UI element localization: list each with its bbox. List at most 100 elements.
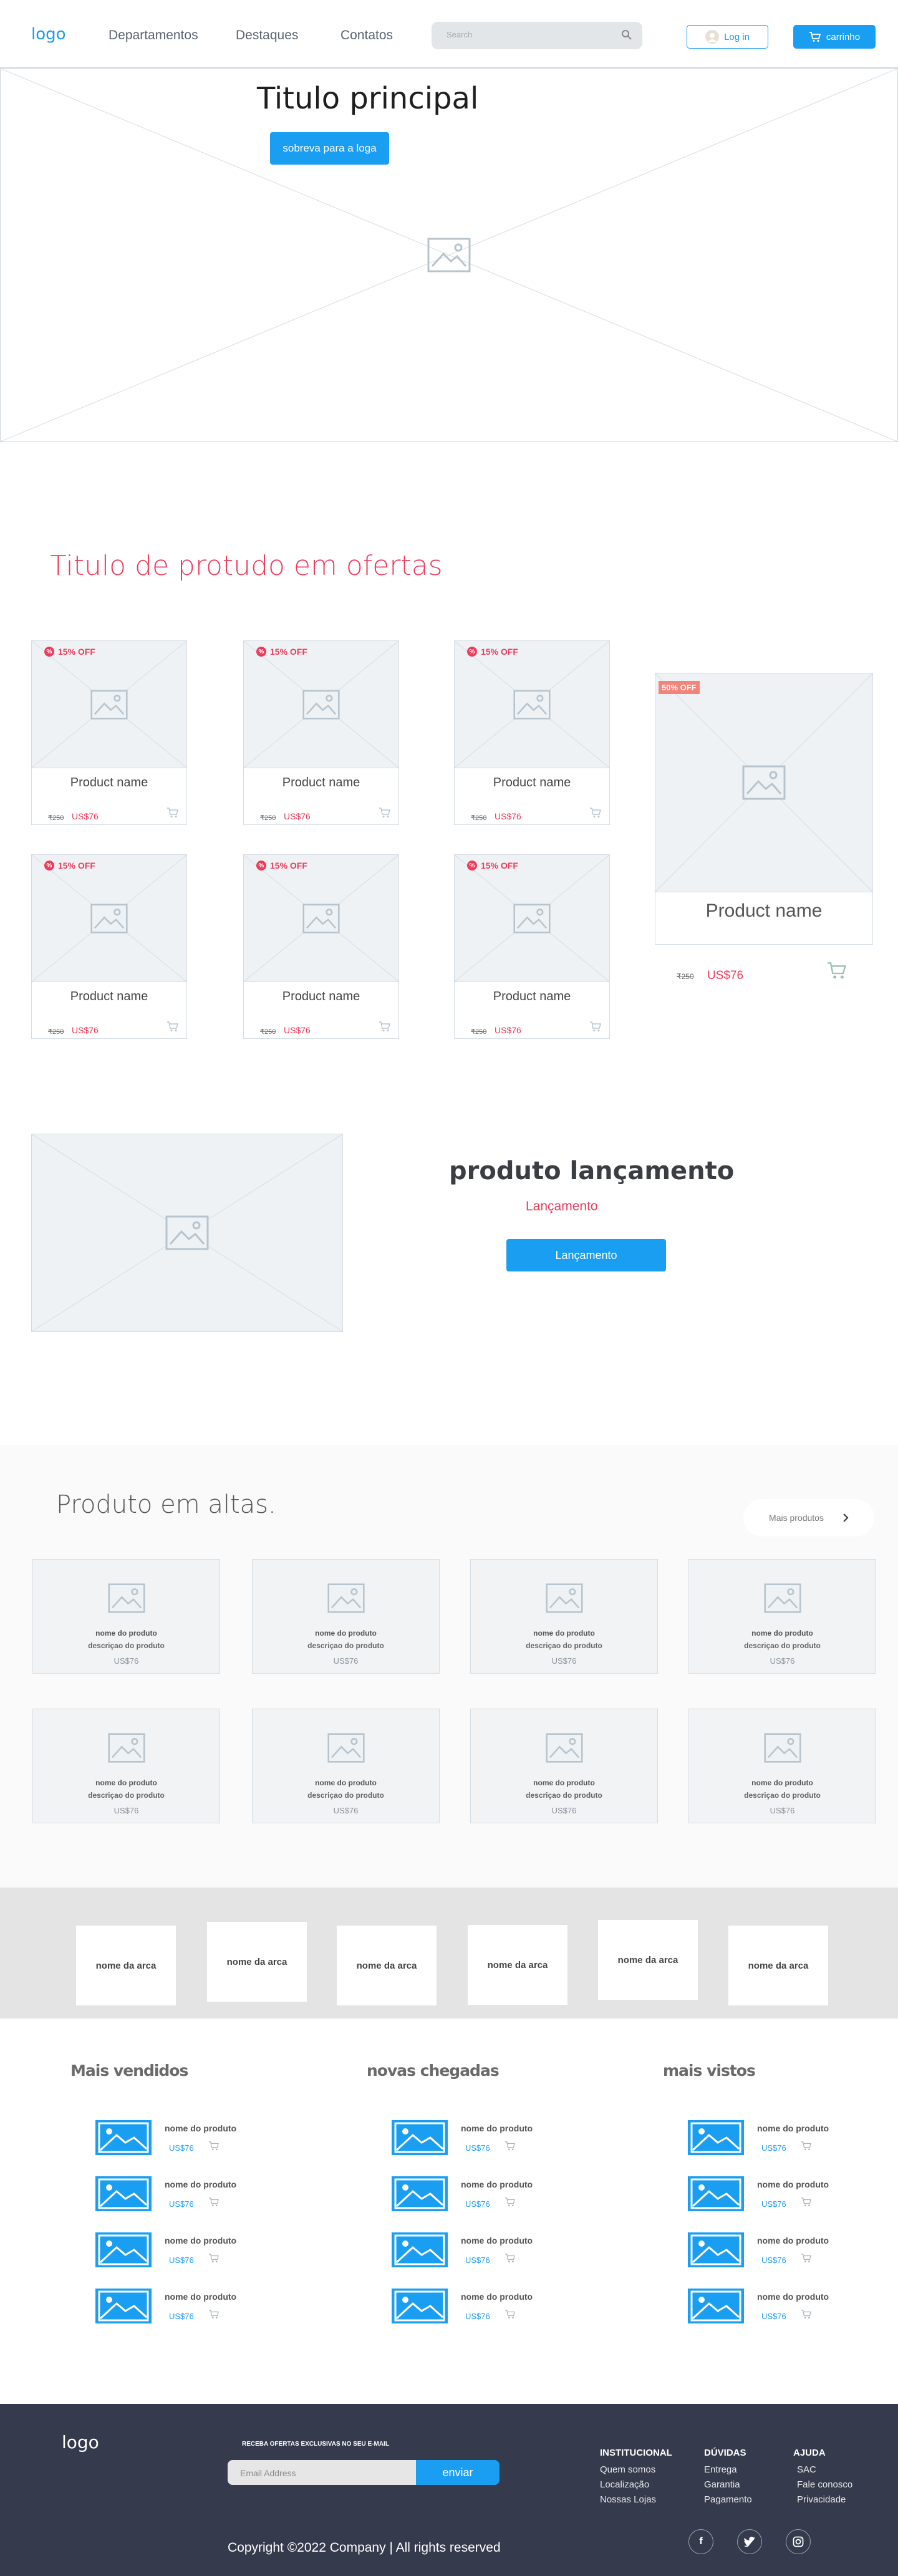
email-placeholder: Email Address (240, 2468, 296, 2478)
list-item[interactable]: nome do produto US$76 (688, 2232, 875, 2270)
footer-link[interactable]: Nossas Lojas (600, 2494, 656, 2505)
product-name: nome do produto (751, 1629, 813, 1638)
list-item[interactable]: nome do produto US$76 (95, 2176, 282, 2214)
product-card[interactable]: % 15% OFF Product name ₹250 US$76 (454, 854, 610, 1039)
footer-link[interactable]: Localização (600, 2479, 649, 2490)
trending-card[interactable]: nome do produto descriçao do produto US$76 (252, 1559, 440, 1674)
product-name: nome do produto (751, 1778, 813, 1787)
brand-card[interactable]: nome da arca (207, 1922, 307, 2002)
add-to-cart-icon[interactable] (801, 2141, 812, 2151)
list-item[interactable]: nome do produto US$76 (392, 2232, 579, 2270)
footer-link[interactable]: Entrega (704, 2464, 737, 2475)
twitter-icon[interactable] (737, 2529, 762, 2554)
brand-card[interactable]: nome da arca (337, 1926, 437, 2005)
search-icon[interactable] (621, 29, 632, 41)
add-to-cart-icon[interactable] (826, 961, 847, 980)
list-item[interactable]: nome do produto US$76 (392, 2120, 579, 2158)
more-products-label: Mais produtos (769, 1513, 824, 1523)
add-to-cart-icon[interactable] (167, 1021, 179, 1032)
search-input[interactable]: Search (432, 22, 642, 49)
add-to-cart-icon[interactable] (379, 807, 391, 818)
email-field[interactable]: Email Address (228, 2460, 416, 2485)
product-card[interactable]: % 15% OFF Product name ₹250 US$76 (243, 854, 399, 1039)
trending-card[interactable]: nome do produto descriçao do produto US$76 (688, 1559, 876, 1674)
image-placeholder-icon (165, 1215, 209, 1250)
trending-card[interactable]: nome do produto descriçao do produto US$76 (688, 1709, 876, 1823)
add-to-cart-icon[interactable] (505, 2197, 516, 2207)
list-item[interactable]: nome do produto US$76 (688, 2289, 875, 2326)
trending-card[interactable]: nome do produto descriçao do produto US$76 (32, 1559, 220, 1674)
featured-product-card[interactable]: 50% OFF Product name ₹250 US$76 (655, 673, 873, 982)
add-to-cart-icon[interactable] (801, 2253, 812, 2263)
footer-link[interactable]: Quem somos (600, 2464, 655, 2475)
add-to-cart-icon[interactable] (801, 2197, 812, 2207)
add-to-cart-icon[interactable] (208, 2253, 220, 2263)
add-to-cart-icon[interactable] (505, 2141, 516, 2151)
add-to-cart-icon[interactable] (801, 2309, 812, 2319)
facebook-icon[interactable]: f (688, 2529, 713, 2554)
product-name: nome do produto (315, 1778, 377, 1787)
product-name: nome do produto (461, 2236, 533, 2246)
image-placeholder-icon (763, 1583, 801, 1613)
brand-card[interactable]: nome da arca (728, 1926, 828, 2005)
launch-button[interactable]: Lançamento (506, 1239, 666, 1271)
trending-card[interactable]: nome do produto descriçao do produto US$76 (32, 1709, 220, 1823)
nav-destaques[interactable]: Destaques (236, 28, 298, 43)
add-to-cart-icon[interactable] (208, 2141, 220, 2151)
product-card[interactable]: % 15% OFF Product name ₹250 US$76 (454, 640, 610, 825)
hero-button[interactable]: sobreva para a loga (270, 132, 389, 165)
list-item[interactable]: nome do produto US$76 (392, 2176, 579, 2214)
discount-badge: 50% OFF (659, 681, 700, 694)
list-title: Mais vendidos (70, 2062, 188, 2080)
add-to-cart-icon[interactable] (379, 1021, 391, 1032)
footer-link[interactable]: Privacidade (797, 2494, 846, 2505)
trending-card[interactable]: nome do produto descriçao do produto US$76 (252, 1709, 440, 1823)
product-name: Product name (70, 990, 148, 1003)
footer-link[interactable]: Fale conosco (797, 2479, 852, 2490)
add-to-cart-icon[interactable] (505, 2309, 516, 2319)
add-to-cart-icon[interactable] (505, 2253, 516, 2263)
list-item[interactable]: nome do produto US$76 (392, 2289, 579, 2326)
percent-icon: % (256, 647, 266, 657)
percent-icon: % (467, 647, 477, 657)
list-item[interactable]: nome do produto US$76 (95, 2289, 282, 2326)
more-products-button[interactable]: Mais produtos (743, 1499, 874, 1536)
list-item[interactable]: nome do produto US$76 (95, 2120, 282, 2158)
product-card[interactable]: % 15% OFF Product name ₹250 US$76 (31, 854, 187, 1039)
brand-card[interactable]: nome da arca (598, 1920, 698, 2000)
image-placeholder-icon (107, 1733, 145, 1763)
list-item[interactable]: nome do produto US$76 (95, 2232, 282, 2270)
brand-card[interactable]: nome da arca (76, 1926, 176, 2005)
nav-contatos[interactable]: Contatos (340, 28, 393, 43)
image-placeholder-icon (90, 903, 128, 933)
footer-link[interactable]: Pagamento (704, 2494, 752, 2505)
add-to-cart-icon[interactable] (208, 2309, 220, 2319)
discount-badge: % 15% OFF (467, 861, 518, 871)
login-button[interactable]: Log in (687, 25, 768, 49)
product-card[interactable]: % 15% OFF Product name ₹250 US$76 (31, 640, 187, 825)
image-placeholder-icon (513, 903, 551, 933)
trending-card[interactable]: nome do produto descriçao do produto US$76 (470, 1709, 658, 1823)
add-to-cart-icon[interactable] (589, 1021, 602, 1032)
footer-logo[interactable]: logo (62, 2432, 99, 2453)
instagram-icon[interactable] (786, 2529, 811, 2554)
nav-departamentos[interactable]: Departamentos (109, 28, 198, 43)
image-placeholder-icon (302, 903, 340, 933)
list-item[interactable]: nome do produto US$76 (688, 2120, 875, 2158)
add-to-cart-icon[interactable] (589, 807, 602, 818)
image-placeholder-icon (427, 238, 471, 273)
product-card[interactable]: % 15% OFF Product name ₹250 US$76 (243, 640, 399, 825)
footer-link[interactable]: Garantia (704, 2479, 740, 2490)
footer-link[interactable]: SAC (797, 2464, 816, 2475)
add-to-cart-icon[interactable] (208, 2197, 220, 2207)
add-to-cart-icon[interactable] (167, 807, 179, 818)
product-name: Product name (493, 990, 571, 1003)
cart-button[interactable]: carrinho (793, 25, 876, 49)
brand-card[interactable]: nome da arca (468, 1925, 567, 2005)
logo[interactable]: logo (31, 25, 66, 44)
list-item[interactable]: nome do produto US$76 (688, 2176, 875, 2214)
send-button[interactable]: enviar (416, 2460, 500, 2485)
chevron-right-icon (843, 1513, 849, 1522)
product-name: Product name (282, 990, 360, 1003)
trending-card[interactable]: nome do produto descriçao do produto US$76 (470, 1559, 658, 1674)
